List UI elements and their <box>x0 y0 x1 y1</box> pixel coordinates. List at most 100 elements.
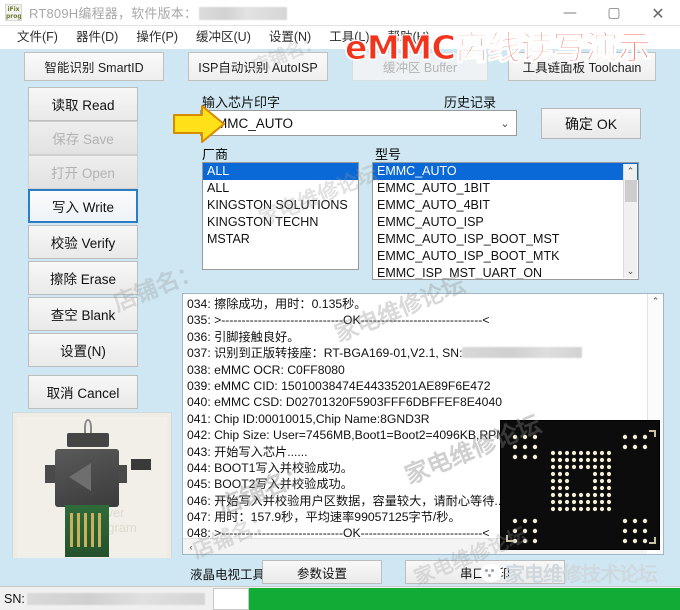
log-line: 038: eMMC OCR: C0FF8080 <box>187 362 645 378</box>
socket-side-left <box>45 465 55 483</box>
log-line-number: 036: <box>187 329 211 344</box>
log-line-number: 045: <box>187 477 211 492</box>
log-line-number: 040: <box>187 395 211 410</box>
scroll-up-icon[interactable]: ⌃ <box>648 294 663 308</box>
chip-name-value[interactable]: EMMC_AUTO <box>201 116 494 131</box>
save-button: 保存 Save <box>28 121 138 155</box>
log-line-number: 039: <box>187 378 211 393</box>
log-line-text: 开始写入芯片...... <box>214 444 308 459</box>
log-line-number: 047: <box>187 510 211 525</box>
version-redacted <box>199 7 288 20</box>
log-line-number: 038: <box>187 362 211 377</box>
log-line-number: 043: <box>187 444 211 459</box>
confirm-ok-button[interactable]: 确定 OK <box>541 108 641 139</box>
emmc-chip-photo <box>500 420 660 550</box>
settings-button[interactable]: 设置(N) <box>28 333 138 367</box>
window-title-text: RT809H编程器，软件版本： <box>29 6 198 21</box>
log-line-number: 037: <box>187 346 211 361</box>
window-title: RT809H编程器，软件版本： <box>29 3 288 22</box>
vendor-listbox[interactable]: ALL ALL KINGSTON SOLUTIONS KINGSTON TECH… <box>202 162 359 270</box>
log-line-number: 042: <box>187 428 211 443</box>
app-logo-icon: iFix prog <box>5 4 22 21</box>
menu-item-operation[interactable]: 操作(P) <box>127 26 187 49</box>
log-line-text: Chip ID:00010015,Chip Name:8GND3R <box>214 411 430 426</box>
log-line-text: eMMC OCR: C0FF8080 <box>214 362 345 377</box>
log-line-text: 引脚接触良好。 <box>214 329 300 344</box>
log-line-text: eMMC CSD: D02701320F5903FFF6DBFFEF8E4040 <box>214 395 503 410</box>
adapter-pcb <box>65 505 109 557</box>
log-line-number: 044: <box>187 460 211 475</box>
log-line-text: 用时：157.9秒，平均速率99057125字节/秒。 <box>214 510 461 525</box>
write-button[interactable]: 写入 Write <box>28 189 138 223</box>
scroll-down-icon[interactable]: ⌄ <box>624 264 637 278</box>
chip-name-combobox[interactable]: EMMC_AUTO ⌄ <box>200 110 517 136</box>
log-line: 036: 引脚接触良好。 <box>187 329 645 345</box>
chevron-down-icon[interactable]: ⌄ <box>494 117 516 130</box>
socket-lid <box>67 433 109 447</box>
progress-bar <box>248 587 680 610</box>
log-line-text: 识别到正版转接座：RT-BGA169-01,V2.1, SN: <box>214 346 463 361</box>
log-line: 039: eMMC CID: 15010038474E44335201AE89F… <box>187 378 645 394</box>
adapter-socket-photo: UniverProgram <box>12 412 172 570</box>
model-list-item[interactable]: EMMC_AUTO_ISP <box>373 214 638 231</box>
vendor-list-item[interactable]: KINGSTON TECHN <box>203 214 358 231</box>
log-line: 034: 擦除成功，用时：0.135秒。 <box>187 296 645 312</box>
demo-banner-text: eMMC离线读写演示 <box>344 28 651 68</box>
vendor-list-item[interactable]: ALL <box>203 163 358 180</box>
menu-item-buffer[interactable]: 缓冲区(U) <box>187 26 260 49</box>
lcd-tool-label: 液晶电视工具 <box>190 568 266 582</box>
log-line-number: 046: <box>187 493 211 508</box>
blank-check-button[interactable]: 查空 Blank <box>28 297 138 331</box>
status-bar: SN: <box>0 586 680 610</box>
log-line: 035: >------------------------------OK--… <box>187 312 645 328</box>
model-list-item[interactable]: EMMC_ISP_MST_UART_ON <box>373 265 638 279</box>
open-button: 打开 Open <box>28 155 138 189</box>
log-line-text: 开始写入并校验用户区数据，容量较大，请耐心等待...... <box>214 493 515 508</box>
socket-side-right <box>119 465 127 483</box>
history-label: 历史记录 <box>444 95 497 110</box>
status-spacer <box>212 587 249 610</box>
scroll-left-icon[interactable]: ‹ <box>183 539 199 555</box>
log-line: 040: eMMC CSD: D02701320F5903FFF6DBFFEF8… <box>187 394 645 410</box>
autoisp-button[interactable]: ISP自动识别 AutoISP <box>188 52 328 81</box>
vendor-label: 厂商 <box>202 147 229 162</box>
log-line-number: 041: <box>187 411 211 426</box>
label-square <box>131 459 151 470</box>
menu-item-settings[interactable]: 设置(N) <box>260 26 320 49</box>
log-line-text: BOOT1写入并校验成功。 <box>214 460 353 475</box>
menu-item-file[interactable]: 文件(F) <box>8 26 67 49</box>
cancel-button[interactable]: 取消 Cancel <box>28 375 138 409</box>
log-line-number: 035: <box>187 313 211 328</box>
serial-redacted <box>462 347 583 359</box>
verify-button[interactable]: 校验 Verify <box>28 225 138 259</box>
model-label: 型号 <box>375 147 402 162</box>
log-line: 037: 识别到正版转接座：RT-BGA169-01,V2.1, SN: <box>187 345 645 361</box>
smartid-button[interactable]: 智能识别 SmartID <box>24 52 164 81</box>
model-list-item[interactable]: EMMC_AUTO_ISP_BOOT_MTK <box>373 248 638 265</box>
log-line-text: BOOT2写入并校验成功。 <box>214 477 353 492</box>
vendor-list-item[interactable]: MSTAR <box>203 231 358 248</box>
wechat-icon <box>480 564 502 582</box>
model-list-item[interactable]: EMMC_AUTO <box>373 163 638 180</box>
model-list-item[interactable]: EMMC_AUTO_1BIT <box>373 180 638 197</box>
log-line-text: >------------------------------OK-------… <box>214 313 490 328</box>
model-list-item[interactable]: EMMC_AUTO_ISP_BOOT_MST <box>373 231 638 248</box>
scrollbar-thumb[interactable] <box>625 180 637 202</box>
vendor-list-item[interactable]: KINGSTON SOLUTIONS <box>203 197 358 214</box>
menu-item-device[interactable]: 器件(D) <box>67 26 127 49</box>
erase-button[interactable]: 擦除 Erase <box>28 261 138 295</box>
model-list-scrollbar[interactable]: ⌃ ⌄ <box>623 164 637 278</box>
bga-socket-body <box>55 449 119 507</box>
parameter-settings-button[interactable]: 参数设置 <box>262 560 382 584</box>
yellow-arrow-icon <box>172 104 226 144</box>
log-line-text: eMMC CID: 15010038474E44335201AE89F6E472 <box>214 378 491 393</box>
scroll-up-icon[interactable]: ⌃ <box>624 164 637 178</box>
log-line-number: 034: <box>187 297 211 311</box>
vendor-list-item[interactable]: ALL <box>203 180 358 197</box>
model-listbox[interactable]: EMMC_AUTO EMMC_AUTO_1BIT EMMC_AUTO_4BIT … <box>372 162 639 280</box>
model-list-item[interactable]: EMMC_AUTO_4BIT <box>373 197 638 214</box>
sn-value-redacted <box>26 592 205 605</box>
sn-label: SN: <box>4 591 25 606</box>
read-button[interactable]: 读取 Read <box>28 87 138 121</box>
brand-triangle-icon <box>69 463 91 491</box>
